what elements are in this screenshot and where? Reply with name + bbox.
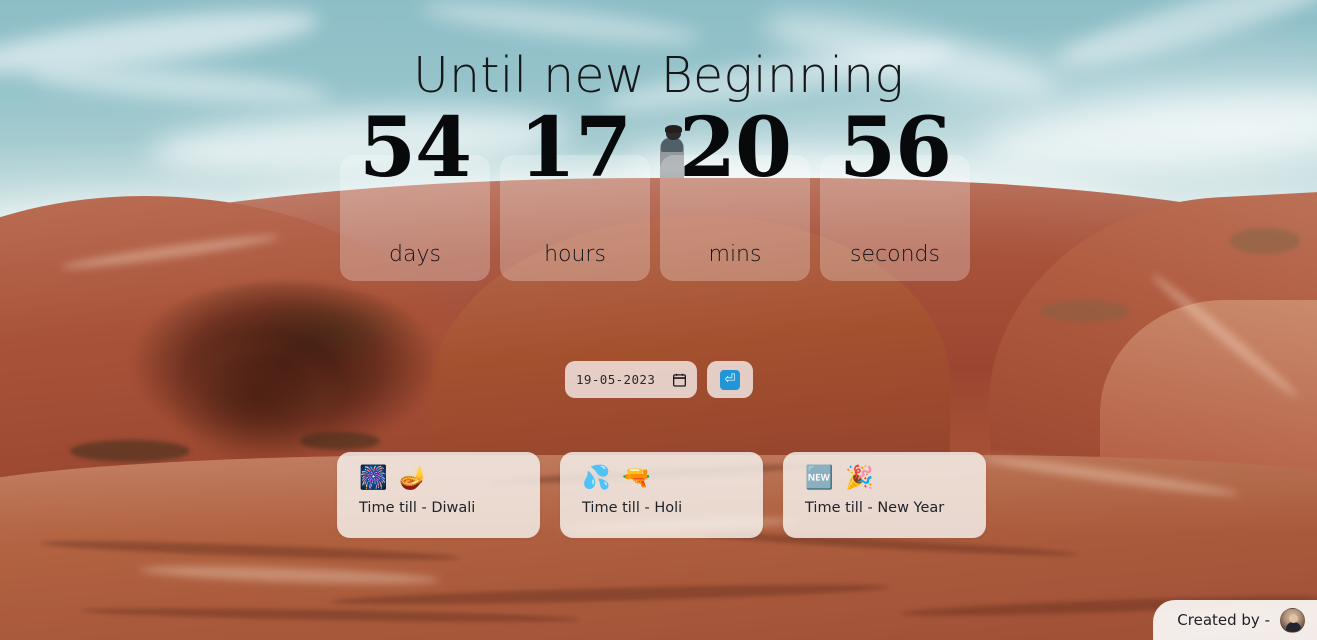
countdown-mins-label: mins — [708, 242, 762, 267]
date-input[interactable]: 19-05-2023 — [565, 361, 697, 398]
preset-card-holi[interactable]: 💦 🔫 Time till - Holi — [560, 452, 763, 538]
countdown-days-label: days — [389, 242, 441, 267]
countdown-unit-hours: 17 hours — [500, 107, 650, 281]
enter-arrow-icon[interactable]: ⏎ — [720, 369, 740, 390]
countdown-unit-days: 54 days — [340, 107, 490, 281]
countdown-unit-seconds: 56 seconds — [820, 107, 970, 281]
date-input-value[interactable]: 19-05-2023 — [576, 372, 667, 387]
countdown-hours-label: hours — [544, 242, 606, 267]
countdown-seconds-value: 56 — [838, 100, 952, 196]
set-countdown-button[interactable]: ⏎ — [707, 361, 753, 398]
date-selection-row: 19-05-2023 ⏎ — [565, 361, 753, 398]
countdown-days-value: 54 — [358, 100, 472, 196]
countdown-timer: 54 days 17 hours 20 mins 56 seconds — [340, 107, 970, 281]
countdown-seconds-label: seconds — [850, 242, 940, 267]
holi-emoji-icon: 💦 🔫 — [582, 465, 653, 491]
credit-text: Created by - — [1177, 611, 1270, 629]
shrub — [1230, 228, 1300, 254]
preset-cards: 🎆 🪔 Time till - Diwali 💦 🔫 Time till - H… — [337, 452, 986, 538]
countdown-page: Until new Beginning 54 days 17 hours 20 … — [0, 0, 1317, 640]
new-year-emoji-icon: 🆕 🎉 — [805, 465, 876, 491]
shrub — [1040, 300, 1130, 322]
calendar-icon[interactable] — [673, 373, 686, 387]
preset-card-new-year[interactable]: 🆕 🎉 Time till - New Year — [783, 452, 986, 538]
diwali-emoji-icon: 🎆 🪔 — [359, 465, 430, 491]
credit-badge[interactable]: Created by - — [1153, 600, 1317, 640]
countdown-hours-value: 17 — [518, 100, 632, 196]
page-title: Until new Beginning — [412, 47, 905, 104]
shrub — [70, 440, 190, 462]
countdown-mins-value: 20 — [678, 100, 792, 196]
preset-card-diwali-label: Time till - Diwali — [359, 500, 476, 516]
preset-card-diwali[interactable]: 🎆 🪔 Time till - Diwali — [337, 452, 540, 538]
shrub — [300, 432, 380, 450]
avatar[interactable] — [1280, 607, 1305, 633]
preset-card-new-year-label: Time till - New Year — [805, 500, 945, 516]
preset-card-holi-label: Time till - Holi — [582, 500, 683, 516]
countdown-unit-mins: 20 mins — [660, 107, 810, 281]
